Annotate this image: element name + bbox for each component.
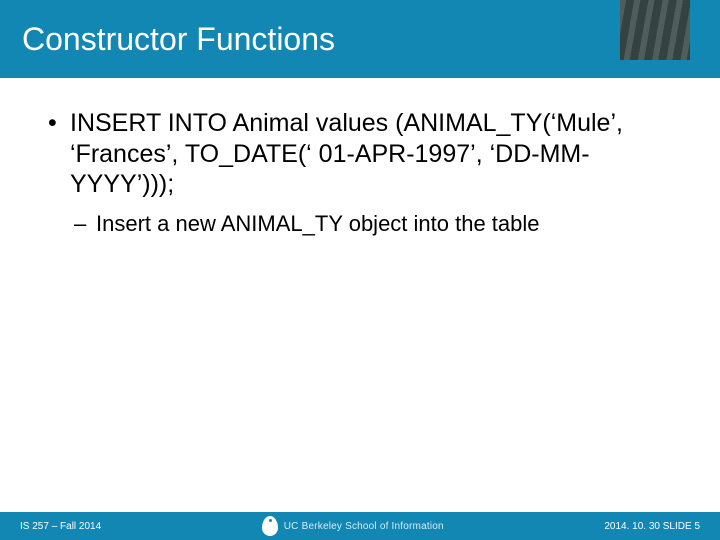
footer-org-name: UC Berkeley School of Information (284, 521, 444, 532)
slide-footer: IS 257 – Fall 2014 UC Berkeley School of… (0, 512, 720, 540)
header-decorative-image (620, 0, 690, 60)
slide-body: INSERT INTO Animal values (ANIMAL_TY(‘Mu… (0, 78, 720, 238)
bullet-level-2: Insert a new ANIMAL_TY object into the t… (48, 210, 680, 239)
footer-branding: UC Berkeley School of Information (101, 516, 604, 536)
ischool-logo-icon (262, 516, 278, 536)
footer-date-slide: 2014. 10. 30 SLIDE 5 (604, 521, 700, 532)
footer-course: IS 257 – Fall 2014 (20, 521, 101, 532)
slide-header: Constructor Functions (0, 0, 720, 78)
slide-title: Constructor Functions (22, 21, 335, 58)
bullet-level-1: INSERT INTO Animal values (ANIMAL_TY(‘Mu… (48, 108, 680, 200)
